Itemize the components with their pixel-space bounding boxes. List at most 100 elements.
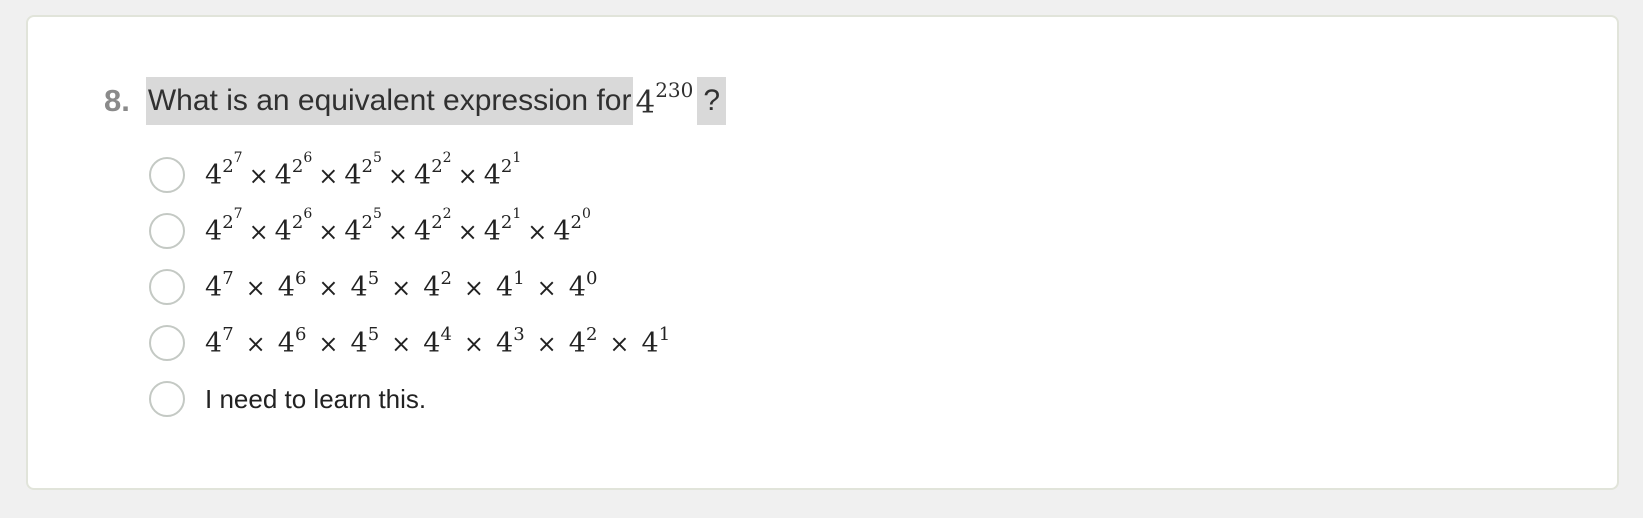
power-term: 425	[344, 206, 382, 247]
power-term: 46	[277, 324, 307, 359]
term-base: 4	[423, 271, 441, 303]
radio-button[interactable]	[149, 213, 185, 249]
term-exponent: 7	[222, 267, 234, 289]
answer-option[interactable]: 4 2 7 × 4 2 6 × 4 2 5 × 4 2 2 × 4 2 1	[149, 147, 670, 203]
times-sign: ×	[387, 161, 409, 190]
term-exponent: 2	[291, 211, 304, 233]
term-exponent: 2	[361, 155, 373, 177]
answer-option[interactable]: 4 7 × 4 6 × 4 5 × 4 2 × 4 1 × 4 0	[149, 259, 670, 315]
answer-option[interactable]: 4 7 × 4 6 × 4 5 × 4 4 × 4 3 × 4 2 × 4 1	[149, 315, 670, 371]
term-exponent: 2	[440, 267, 452, 289]
power-term: 41	[496, 268, 525, 303]
term-exponent: 2	[431, 155, 443, 177]
term-base: 4	[414, 215, 432, 247]
term-exponent-of-exponent: 2	[442, 205, 452, 222]
term-base: 4	[277, 271, 295, 303]
power-term: 420	[553, 206, 591, 247]
answer-options: 4 2 7 × 4 2 6 × 4 2 5 × 4 2 2 × 4 2 1 4 2 7 × 4 2 6 × 4 2 5 × 4 2 2 × 4 2 1 × 4…	[149, 147, 670, 427]
power-term: 421	[483, 150, 522, 191]
answer-option[interactable]: I need to learn this.	[149, 371, 670, 427]
term-exponent: 2	[291, 155, 304, 177]
term-exponent-of-exponent: 1	[512, 205, 522, 222]
power-term: 44	[423, 324, 452, 359]
term-base: 4	[483, 159, 501, 191]
option-expression: 4 7 × 4 6 × 4 5 × 4 2 × 4 1 × 4 0	[205, 268, 598, 303]
power-term: 421	[484, 206, 522, 247]
times-sign: ×	[536, 273, 557, 302]
term-base: 4	[277, 327, 295, 359]
option-expression: 4 2 7 × 4 2 6 × 4 2 5 × 4 2 2 × 4 2 1	[205, 150, 522, 191]
radio-button[interactable]	[149, 325, 185, 361]
term-base: 4	[496, 327, 514, 359]
times-sign: ×	[457, 217, 478, 246]
term-exponent: 5	[367, 323, 380, 345]
times-sign: ×	[245, 273, 266, 302]
power-term: 426	[274, 150, 313, 191]
power-term: 42	[568, 324, 598, 359]
term-exponent: 1	[513, 267, 525, 289]
term-base: 4	[344, 159, 362, 191]
power-term: 422	[414, 150, 452, 191]
term-exponent-of-exponent: 7	[233, 205, 243, 222]
power-term: 47	[205, 268, 234, 303]
term-exponent-of-exponent: 1	[512, 149, 522, 166]
term-base: 4	[423, 327, 441, 359]
term-exponent: 6	[294, 323, 307, 345]
term-exponent: 2	[500, 155, 513, 177]
radio-button[interactable]	[149, 269, 185, 305]
term-exponent: 2	[222, 155, 234, 177]
option-expression: 4 2 7 × 4 2 6 × 4 2 5 × 4 2 2 × 4 2 1 × 4 2 0	[205, 206, 591, 247]
times-sign: ×	[248, 161, 269, 190]
question-prompt: What is an equivalent expression for	[147, 84, 632, 117]
times-sign: ×	[248, 217, 269, 246]
power-term: 422	[414, 206, 452, 247]
times-sign: ×	[536, 329, 557, 358]
term-base: 4	[496, 271, 514, 303]
term-base: 4	[274, 215, 292, 247]
radio-button[interactable]	[149, 157, 185, 193]
question-card: 8. What is an equivalent expression for …	[26, 15, 1619, 490]
times-sign: ×	[318, 217, 339, 246]
term-base: 4	[205, 327, 223, 359]
term-base: 4	[274, 159, 292, 191]
question-mark: ?	[697, 77, 727, 125]
question-text: What is an equivalent expression for	[145, 77, 634, 125]
power-term: 47	[205, 324, 234, 359]
times-sign: ×	[318, 161, 339, 190]
term-exponent-of-exponent: 5	[372, 149, 382, 166]
term-exponent: 2	[585, 323, 598, 345]
power-term: 426	[274, 206, 313, 247]
power-term: 45	[350, 268, 380, 303]
term-base: 4	[568, 327, 586, 359]
term-base: 4	[641, 327, 659, 359]
term-exponent: 2	[570, 211, 582, 233]
term-exponent: 5	[367, 267, 380, 289]
option-label: I need to learn this.	[205, 383, 427, 414]
term-exponent: 7	[222, 323, 234, 345]
power-term: 46	[277, 268, 307, 303]
times-sign: ×	[387, 217, 409, 246]
term-base: 4	[350, 271, 368, 303]
term-exponent-of-exponent: 5	[372, 205, 382, 222]
question-math-exponent: 230	[655, 77, 694, 102]
times-sign: ×	[318, 273, 339, 302]
question-math-base: 4	[635, 84, 656, 121]
term-base: 4	[553, 215, 571, 247]
times-sign: ×	[391, 329, 412, 358]
radio-button[interactable]	[149, 381, 185, 417]
term-base: 4	[568, 271, 586, 303]
times-sign: ×	[463, 329, 484, 358]
term-exponent: 3	[513, 323, 525, 345]
answer-option[interactable]: 4 2 7 × 4 2 6 × 4 2 5 × 4 2 2 × 4 2 1 × 4 2 0	[149, 203, 670, 259]
term-base: 4	[414, 159, 432, 191]
power-term: 427	[205, 206, 243, 247]
times-sign: ×	[245, 329, 266, 358]
term-exponent: 2	[222, 211, 234, 233]
term-base: 4	[205, 271, 223, 303]
power-term: 45	[351, 324, 380, 359]
term-base: 4	[205, 215, 223, 247]
times-sign: ×	[609, 329, 630, 358]
power-term: 40	[568, 268, 598, 303]
question-row: 8. What is an equivalent expression for …	[104, 77, 727, 125]
times-sign: ×	[391, 273, 412, 302]
